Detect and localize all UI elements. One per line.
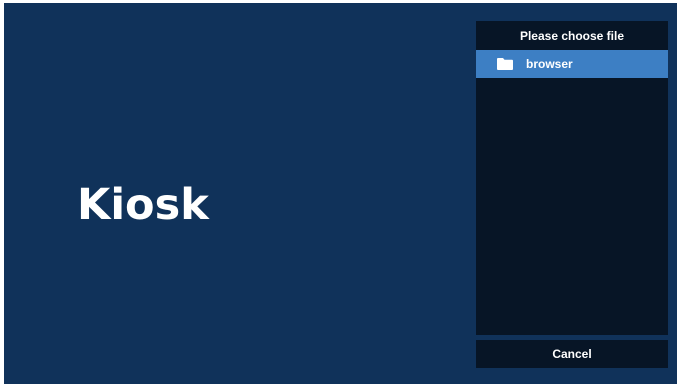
- file-chooser-title: Please choose file: [519, 28, 625, 43]
- file-list: browser: [476, 50, 668, 335]
- file-item-label: browser: [526, 57, 573, 71]
- page-title: Kiosk: [77, 180, 209, 230]
- file-item-browser[interactable]: browser: [476, 50, 668, 78]
- file-chooser-panel: Please choose file browser: [476, 21, 668, 335]
- folder-icon: [497, 58, 513, 70]
- cancel-button[interactable]: Cancel: [476, 340, 668, 368]
- kiosk-screen: Kiosk Please choose file browser Cancel: [4, 3, 677, 384]
